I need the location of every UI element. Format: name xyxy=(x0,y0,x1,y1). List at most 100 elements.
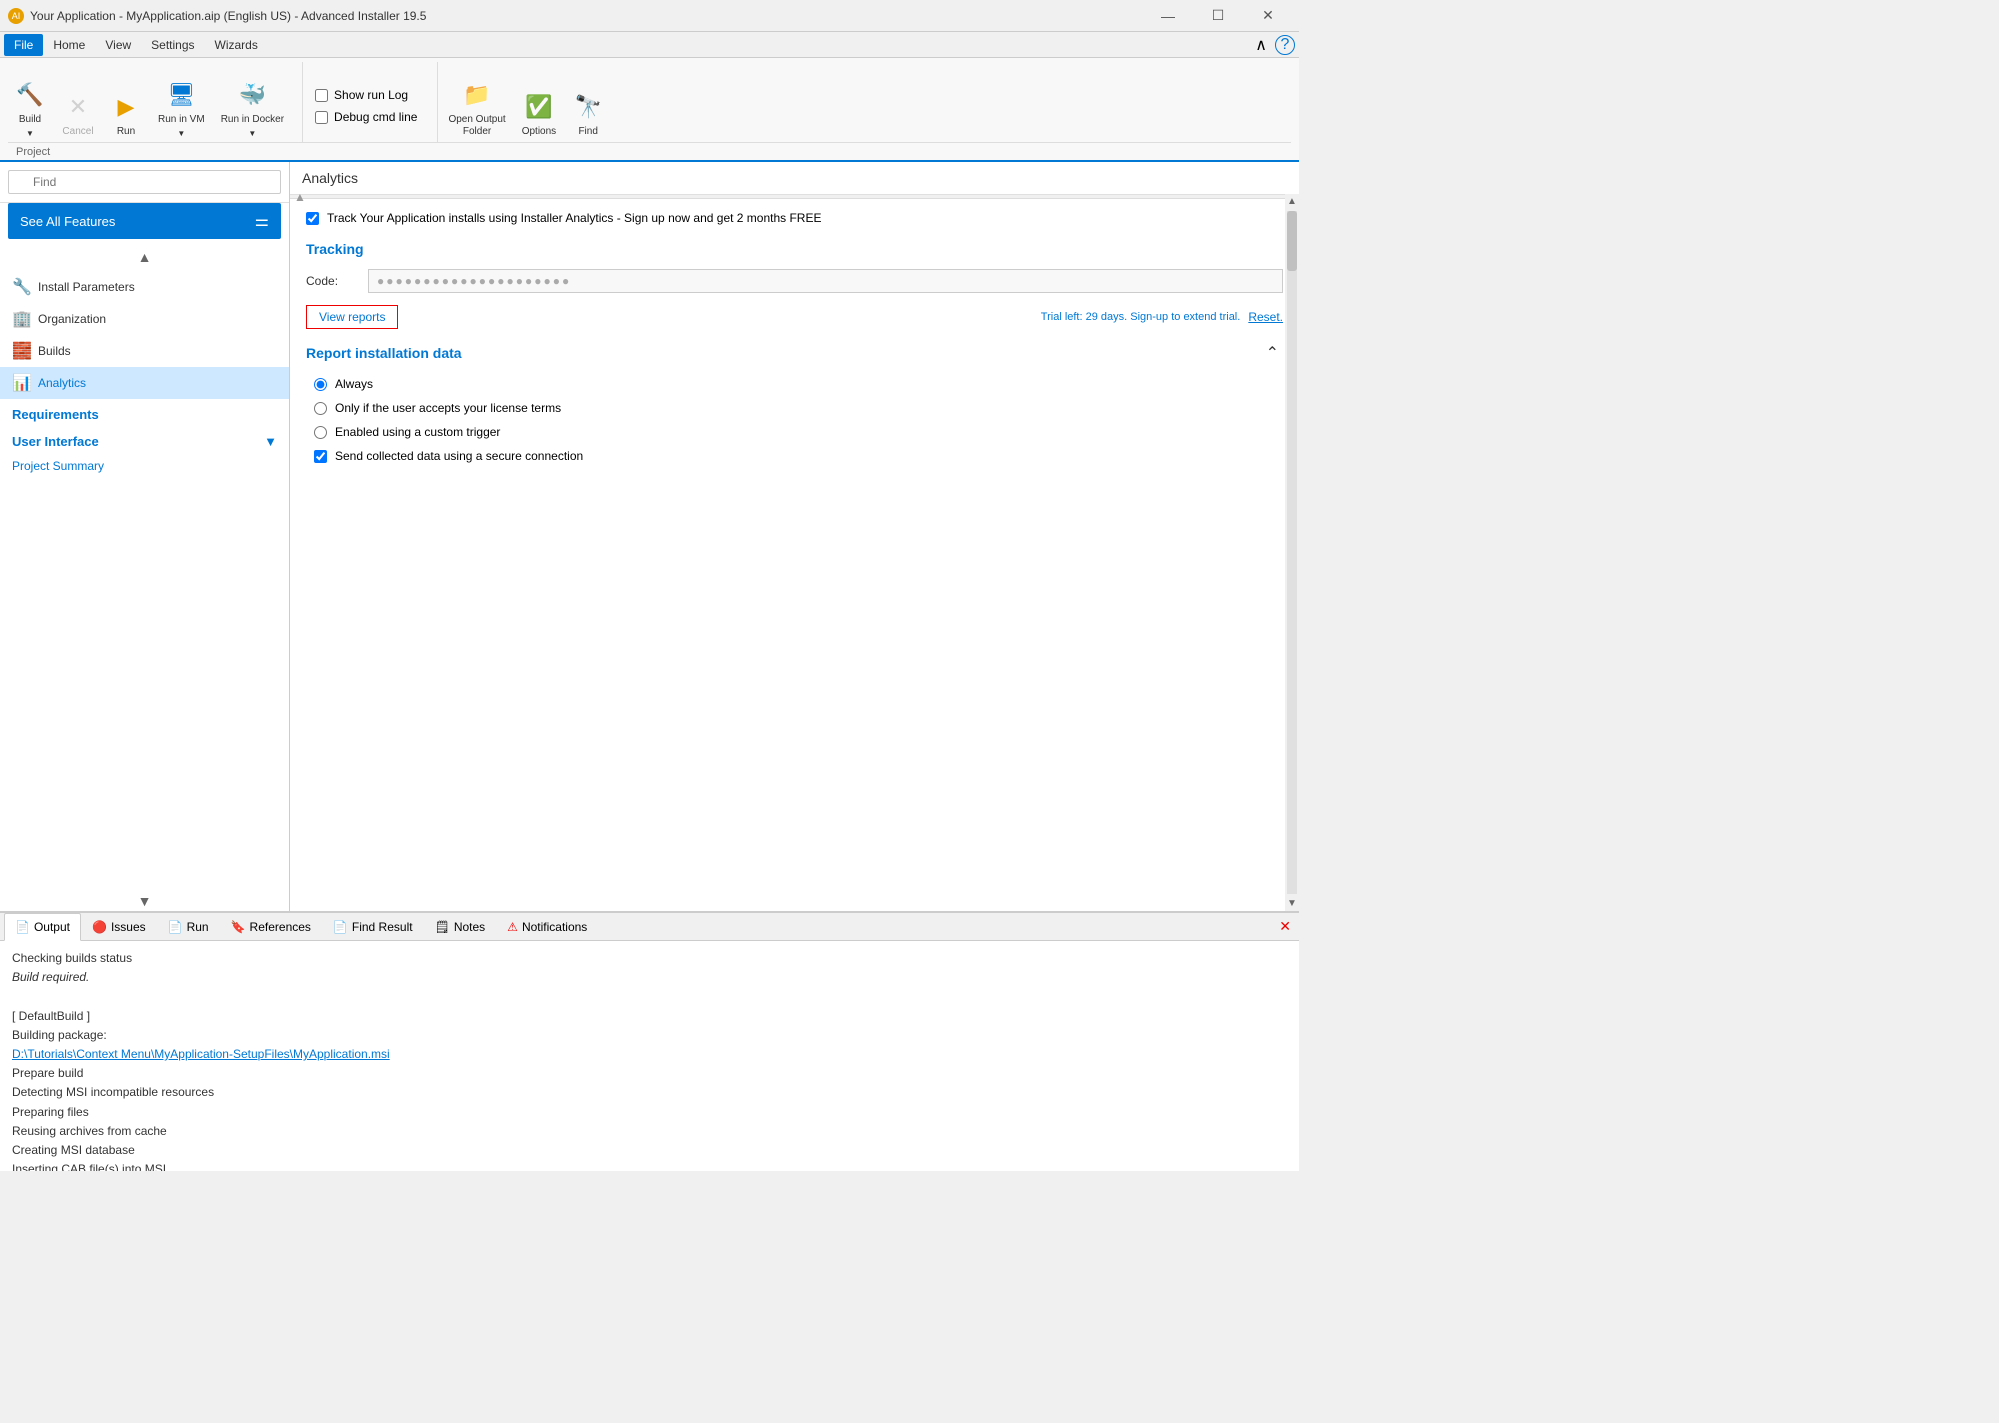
bottom-panel-close[interactable]: ✕ xyxy=(1275,916,1295,937)
maximize-button[interactable]: ☐ xyxy=(1195,6,1241,26)
secure-connection-checkbox[interactable] xyxy=(314,450,327,463)
radio-custom-trigger[interactable]: Enabled using a custom trigger xyxy=(314,425,1283,439)
title-bar-left: AI Your Application - MyApplication.aip … xyxy=(8,8,426,24)
scroll-down-arrow[interactable]: ▼ xyxy=(0,891,289,911)
chevron-up-icon[interactable]: ∧ xyxy=(1247,35,1275,55)
window-controls: — ☐ ✕ xyxy=(1145,6,1291,26)
cancel-button[interactable]: ✕ Cancel xyxy=(56,70,100,142)
run-in-vm-icon: 🖥 xyxy=(165,79,197,111)
track-checkbox-row: Track Your Application installs using In… xyxy=(306,211,1283,225)
tab-notifications[interactable]: ⚠ Notifications xyxy=(496,913,598,941)
tab-output[interactable]: 📄 Output xyxy=(4,913,81,941)
menu-home[interactable]: Home xyxy=(43,34,95,56)
window-title: Your Application - MyApplication.aip (En… xyxy=(30,9,426,23)
show-run-log-input[interactable] xyxy=(315,89,328,102)
app-icon: AI xyxy=(8,8,24,24)
menu-settings[interactable]: Settings xyxy=(141,34,204,56)
run-button[interactable]: ▶ Run xyxy=(104,70,148,142)
help-icon[interactable]: ? xyxy=(1275,35,1295,55)
options-button[interactable]: ✅ Options xyxy=(516,70,562,142)
output-line-3: [ DefaultBuild ] xyxy=(12,1007,1287,1026)
run-docker-icon: 🐳 xyxy=(236,79,268,111)
references-tab-icon: 🔖 xyxy=(231,920,246,934)
run-in-docker-button[interactable]: 🐳 Run in Docker ▼ xyxy=(215,70,290,142)
scrollbar-down-icon[interactable]: ▼ xyxy=(1285,896,1299,911)
menu-file[interactable]: File xyxy=(4,34,43,56)
run-in-vm-button[interactable]: 🖥 Run in VM ▼ xyxy=(152,70,211,142)
build-button[interactable]: 🔨 Build ▼ xyxy=(8,70,52,142)
nav-item-analytics[interactable]: 📊 Analytics xyxy=(0,367,289,399)
scrollbar-up-icon[interactable]: ▲ xyxy=(1285,194,1299,209)
ribbon-group-tools: 📁 Open OutputFolder ✅ Options 🔭 Find xyxy=(442,62,622,142)
radio-trigger-label: Enabled using a custom trigger xyxy=(335,425,500,439)
nav-item-install-parameters[interactable]: 🔧 Install Parameters xyxy=(0,271,289,303)
code-input[interactable] xyxy=(368,269,1283,293)
scrollbar-track xyxy=(1287,211,1297,894)
radio-license[interactable]: Only if the user accepts your license te… xyxy=(314,401,1283,415)
open-output-label: Open OutputFolder xyxy=(448,114,505,138)
menu-bar: File Home View Settings Wizards ∧ ? xyxy=(0,32,1299,58)
run-vm-dropdown-icon: ▼ xyxy=(177,129,185,138)
run-docker-label: Run in Docker xyxy=(221,114,284,126)
user-interface-scroll-down[interactable]: ▼ xyxy=(264,434,277,449)
find-result-tab-label: Find Result xyxy=(352,920,413,934)
close-button[interactable]: ✕ xyxy=(1245,6,1291,26)
notes-tab-icon: 🗒 xyxy=(435,920,450,934)
radio-trigger-input[interactable] xyxy=(314,426,327,439)
right-scrollbar[interactable]: ▲ ▼ xyxy=(1285,194,1299,911)
view-reports-button[interactable]: View reports xyxy=(306,305,398,329)
ribbon-group-options: Show run Log Debug cmd line xyxy=(307,62,438,142)
search-input[interactable] xyxy=(8,170,281,194)
cancel-label: Cancel xyxy=(62,126,93,138)
scroll-up-arrow[interactable]: ▲ xyxy=(0,247,289,267)
install-params-icon: 🔧 xyxy=(12,277,30,297)
nav-item-organization[interactable]: 🏢 Organization xyxy=(0,303,289,335)
reset-link[interactable]: Reset. xyxy=(1248,310,1283,324)
nav-section-requirements[interactable]: Requirements xyxy=(0,399,289,426)
radio-license-input[interactable] xyxy=(314,402,327,415)
tab-run[interactable]: 📄 Run xyxy=(157,913,220,941)
notifications-tab-icon: ⚠ xyxy=(507,920,518,934)
show-run-log-label: Show run Log xyxy=(334,88,408,102)
see-all-label: See All Features xyxy=(20,214,115,229)
secure-connection-row[interactable]: Send collected data using a secure conne… xyxy=(314,449,1283,463)
track-checkbox[interactable] xyxy=(306,212,319,225)
find-button[interactable]: 🔭 Find xyxy=(566,70,610,142)
minimize-button[interactable]: — xyxy=(1145,6,1191,26)
tab-notes[interactable]: 🗒 Notes xyxy=(424,913,497,941)
radio-always[interactable]: Always xyxy=(314,377,1283,391)
ribbon-checkbox-group: Show run Log Debug cmd line xyxy=(307,70,425,142)
debug-cmd-checkbox[interactable]: Debug cmd line xyxy=(315,110,417,124)
organization-label: Organization xyxy=(38,312,106,326)
tab-issues[interactable]: 🔴 Issues xyxy=(81,913,157,941)
trial-info: Trial left: 29 days. Sign-up to extend t… xyxy=(1041,311,1241,323)
nav-item-builds[interactable]: 🧱 Builds xyxy=(0,335,289,367)
open-output-icon: 📁 xyxy=(461,79,493,111)
show-run-log-checkbox[interactable]: Show run Log xyxy=(315,88,417,102)
notes-tab-label: Notes xyxy=(454,920,485,934)
output-line-5[interactable]: D:\Tutorials\Context Menu\MyApplication-… xyxy=(12,1045,1287,1064)
scrollbar-thumb[interactable] xyxy=(1287,211,1297,271)
ribbon-section-label: Project xyxy=(16,146,50,158)
nav-section-user-interface[interactable]: User Interface ▼ xyxy=(0,426,289,453)
ribbon-tools: 🔨 Build ▼ ✕ Cancel ▶ Run 🖥 Run in VM ▼ 🐳… xyxy=(8,62,1291,142)
see-all-features-button[interactable]: See All Features ⚌ xyxy=(8,203,281,239)
tab-references[interactable]: 🔖 References xyxy=(220,913,322,941)
tab-find-result[interactable]: 📄 Find Result xyxy=(322,913,424,941)
debug-cmd-label: Debug cmd line xyxy=(334,110,417,124)
analytics-icon: 📊 xyxy=(12,373,30,393)
run-label: Run xyxy=(117,126,135,138)
output-tab-label: Output xyxy=(34,920,70,934)
collapse-button[interactable]: ⌃ xyxy=(1262,341,1283,365)
menu-wizards[interactable]: Wizards xyxy=(205,34,268,56)
ribbon-bottom: Project xyxy=(8,142,1291,160)
menu-view[interactable]: View xyxy=(95,34,141,56)
nav-item-project-summary[interactable]: Project Summary xyxy=(0,453,289,479)
radio-always-label: Always xyxy=(335,377,373,391)
report-install-title: Report installation data xyxy=(306,345,462,361)
radio-always-input[interactable] xyxy=(314,378,327,391)
open-output-button[interactable]: 📁 Open OutputFolder xyxy=(442,70,511,142)
tracking-section-title: Tracking xyxy=(306,241,1283,257)
builds-label: Builds xyxy=(38,344,71,358)
debug-cmd-input[interactable] xyxy=(315,111,328,124)
